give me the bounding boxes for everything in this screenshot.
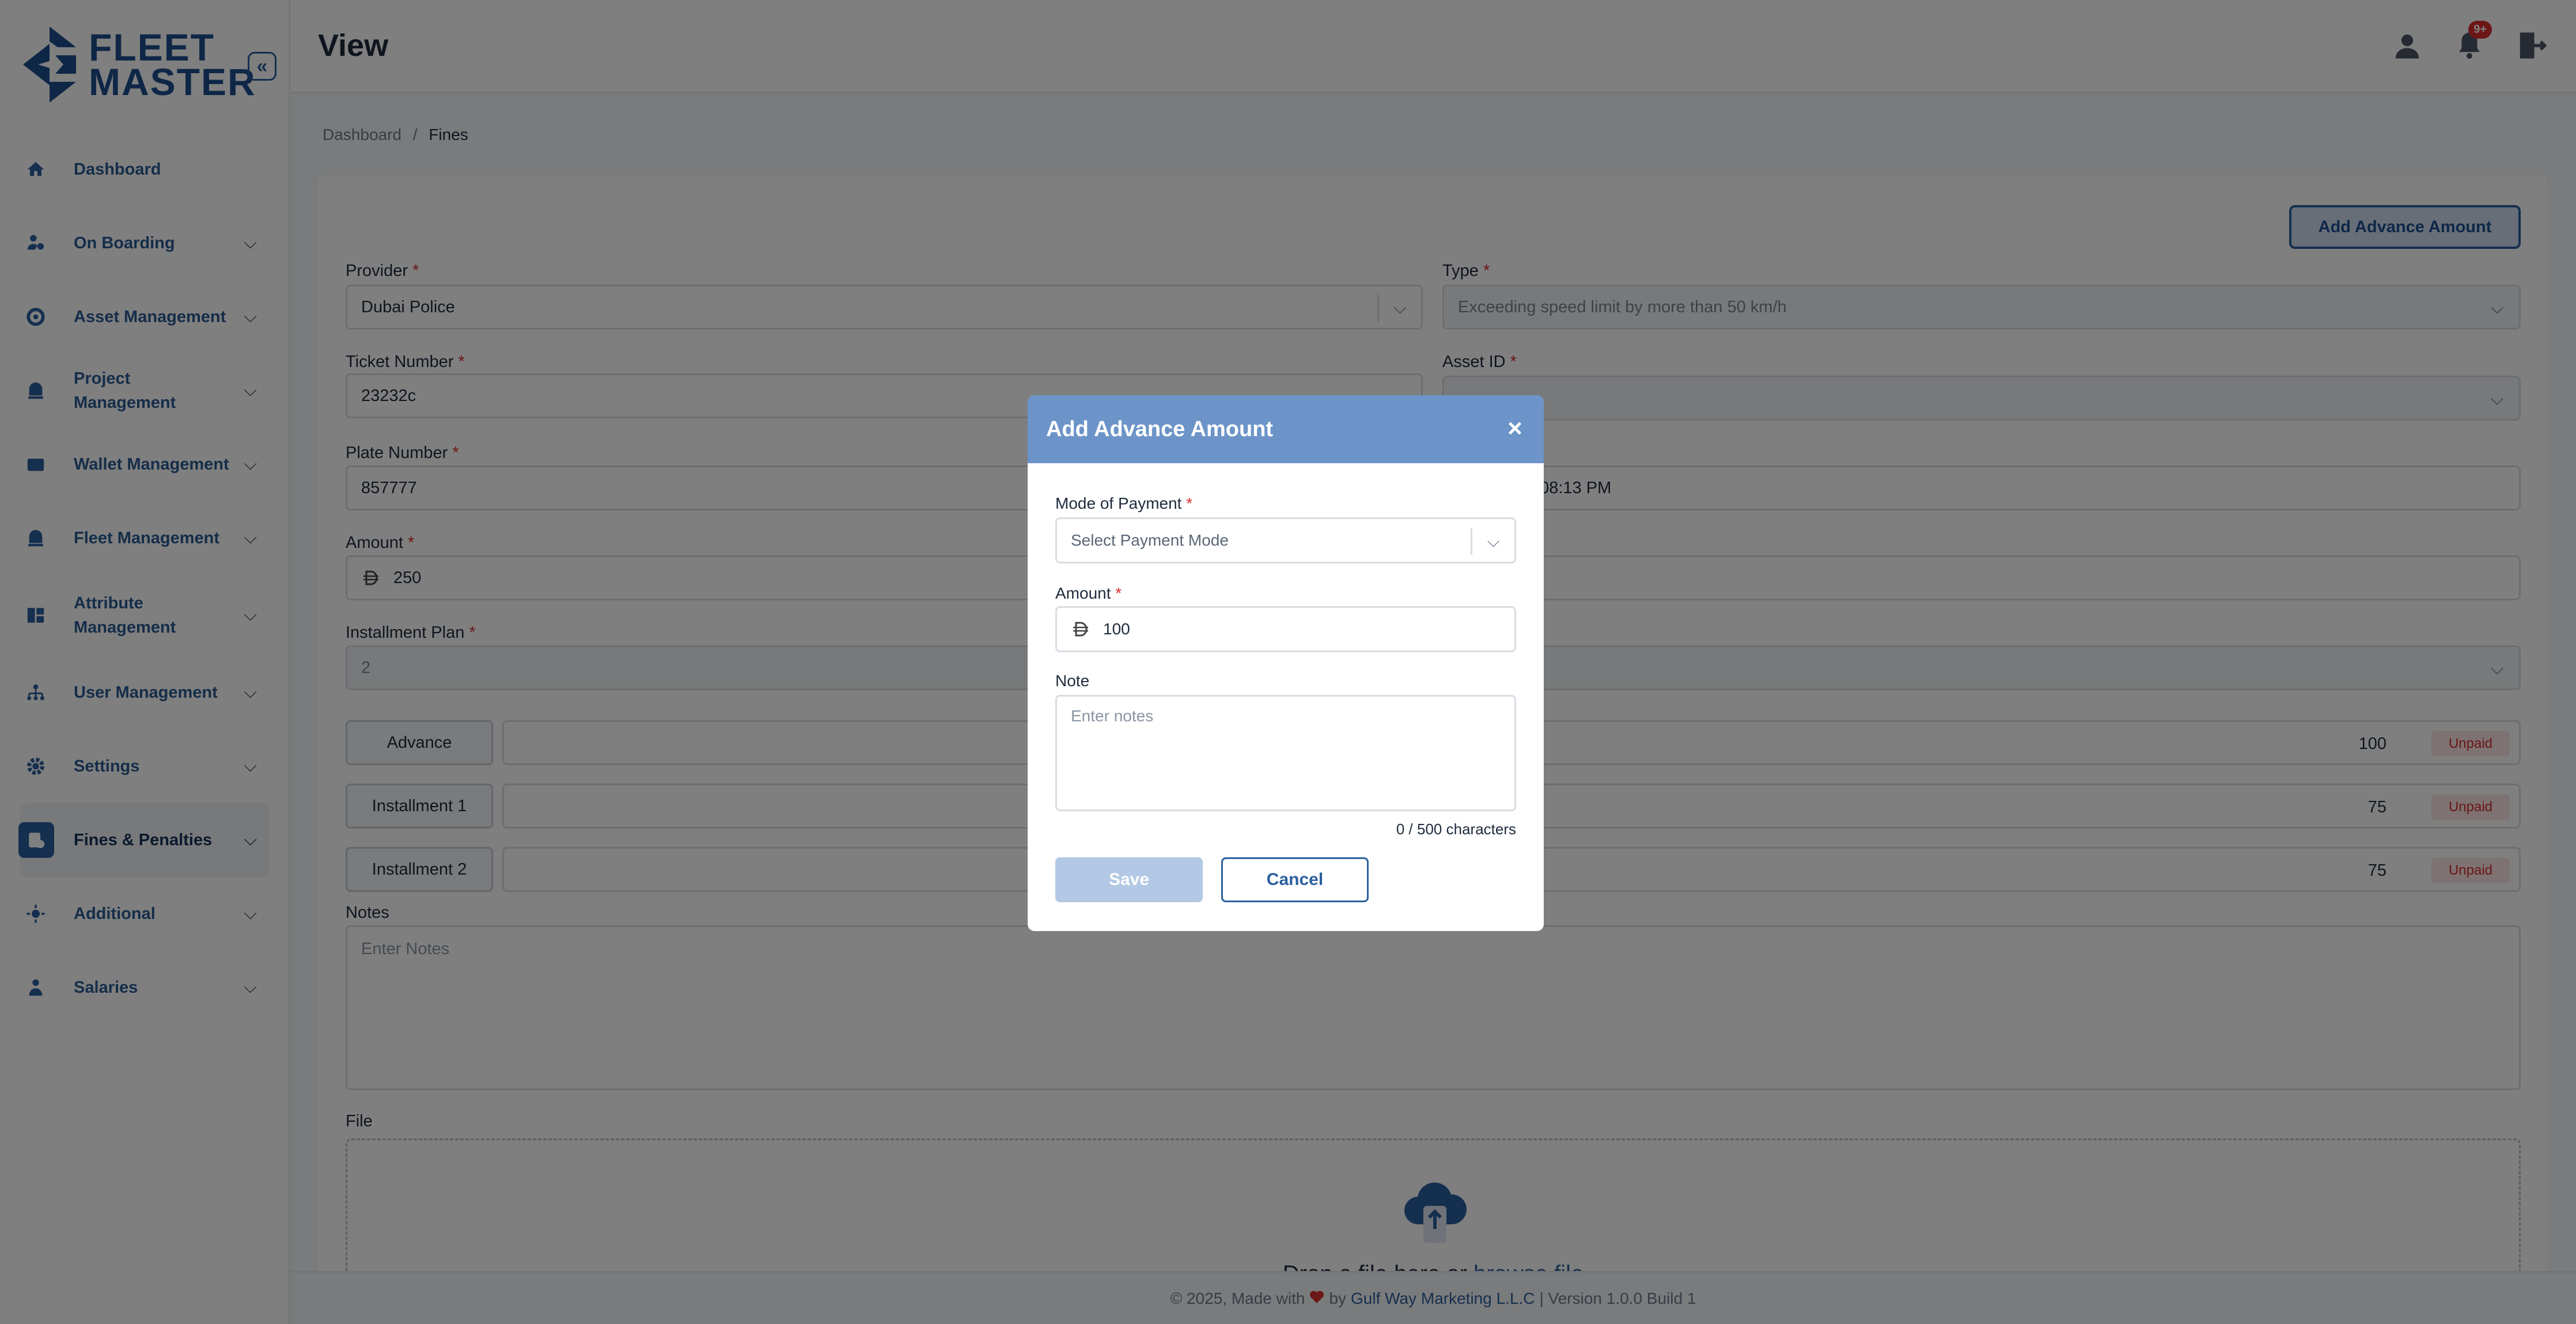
character-count: 0 / 500 characters xyxy=(1396,820,1516,838)
modal-amount-label: Amount * xyxy=(1055,584,1122,602)
dirham-icon xyxy=(1071,620,1092,638)
modal-amount-input[interactable]: 100 xyxy=(1055,606,1516,652)
cancel-button[interactable]: Cancel xyxy=(1221,857,1369,902)
save-button[interactable]: Save xyxy=(1055,857,1203,902)
chevron-down-icon: ⌵ xyxy=(1471,528,1514,555)
modal-title: Add Advance Amount xyxy=(1046,417,1274,441)
note-textarea[interactable]: Enter notes xyxy=(1055,695,1516,811)
close-icon[interactable]: × xyxy=(1503,416,1526,441)
mode-of-payment-label: Mode of Payment * xyxy=(1055,494,1193,512)
add-advance-amount-modal: Add Advance Amount × Mode of Payment * S… xyxy=(1028,395,1544,931)
modal-header: Add Advance Amount × xyxy=(1028,395,1544,463)
payment-mode-placeholder: Select Payment Mode xyxy=(1071,531,1229,549)
payment-mode-select[interactable]: Select Payment Mode ⌵ xyxy=(1055,517,1516,563)
note-label: Note xyxy=(1055,672,1090,690)
